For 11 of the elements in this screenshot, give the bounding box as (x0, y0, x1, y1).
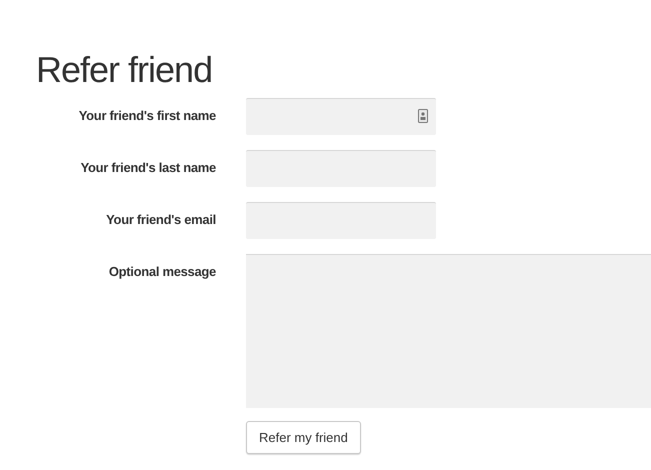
input-field[interactable] (246, 150, 436, 187)
field-label: Your friend's email (105, 211, 216, 228)
field-label: Optional message (108, 263, 216, 280)
page-title: Refer friend (36, 50, 214, 90)
refer-button[interactable]: Refer my friend (246, 421, 361, 454)
message-field[interactable] (246, 254, 651, 408)
input-field[interactable] (246, 202, 436, 239)
field-label: Your friend's first name (78, 107, 216, 124)
input-field[interactable] (246, 98, 436, 135)
field-label: Your friend's last name (80, 159, 216, 176)
contact-card-icon[interactable] (418, 109, 428, 123)
